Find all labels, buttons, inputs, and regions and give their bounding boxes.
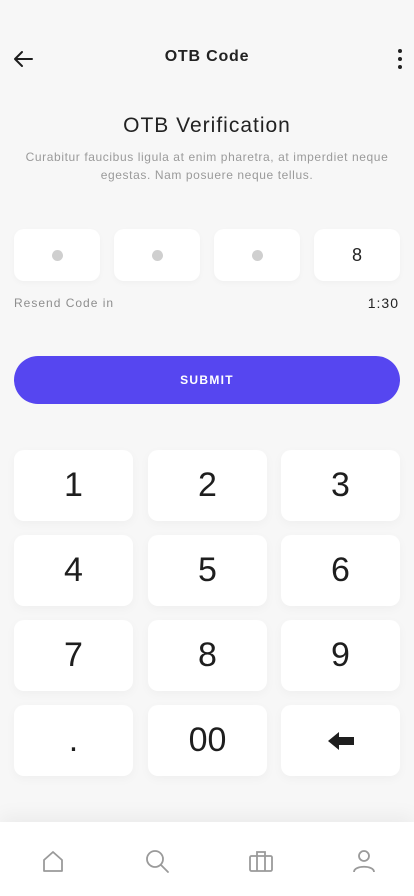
key-5[interactable]: 5 — [148, 535, 267, 606]
nav-profile[interactable] — [349, 846, 379, 876]
backspace-arrow-icon — [327, 731, 354, 750]
key-8[interactable]: 8 — [148, 620, 267, 691]
empty-digit-dot — [151, 249, 163, 261]
key-3[interactable]: 3 — [281, 450, 400, 521]
nav-home[interactable] — [38, 846, 68, 876]
submit-button[interactable]: SUBMIT — [14, 356, 400, 404]
code-box-3[interactable] — [214, 229, 300, 281]
resend-timer: 1:30 — [367, 295, 399, 311]
key-2[interactable]: 2 — [148, 450, 267, 521]
code-input-row: 8 — [14, 229, 400, 281]
key-dot[interactable]: . — [14, 705, 133, 776]
empty-digit-dot — [251, 249, 263, 261]
header: OTB Code — [0, 0, 414, 116]
verification-title: OTB Verification — [123, 114, 291, 137]
resend-code-label: Resend Code in — [14, 296, 115, 310]
code-box-1[interactable] — [14, 229, 100, 281]
key-backspace[interactable] — [281, 705, 400, 776]
more-options-button[interactable] — [392, 44, 408, 74]
home-icon — [43, 851, 63, 872]
briefcase-icon — [249, 851, 273, 872]
key-7[interactable]: 7 — [14, 620, 133, 691]
key-6[interactable]: 6 — [281, 535, 400, 606]
code-box-4[interactable]: 8 — [314, 229, 400, 281]
nav-briefcase[interactable] — [246, 846, 276, 876]
key-1[interactable]: 1 — [14, 450, 133, 521]
search-icon — [146, 850, 169, 873]
key-9[interactable]: 9 — [281, 620, 400, 691]
page-title: OTB Code — [164, 48, 250, 65]
code-digit: 8 — [351, 244, 362, 265]
empty-digit-dot — [51, 249, 63, 261]
verification-description: Curabitur faucibus ligula at enim pharet… — [25, 150, 389, 182]
key-00[interactable]: 00 — [148, 705, 267, 776]
user-icon — [353, 850, 375, 873]
more-vertical-icon — [398, 49, 402, 53]
code-box-2[interactable] — [114, 229, 200, 281]
nav-search[interactable] — [142, 846, 172, 876]
bottom-navigation — [0, 822, 414, 896]
key-4[interactable]: 4 — [14, 535, 133, 606]
